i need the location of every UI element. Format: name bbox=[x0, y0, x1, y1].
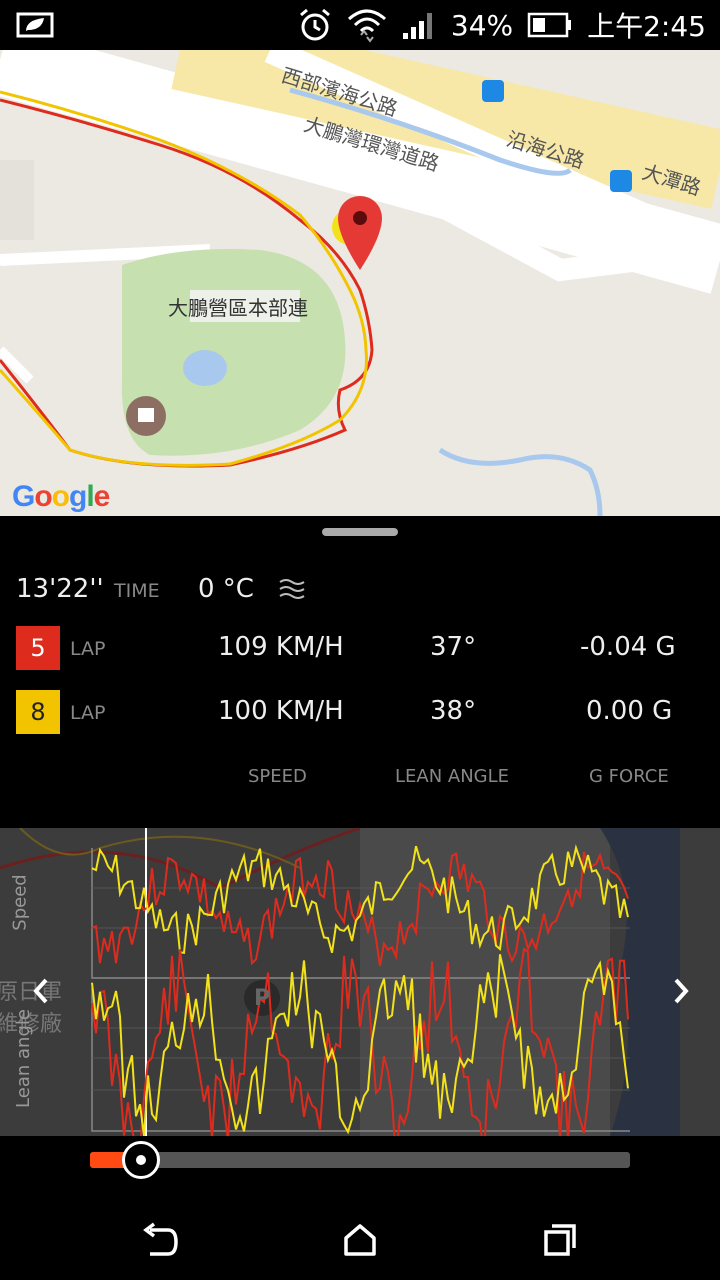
parking-label: P bbox=[254, 986, 271, 1011]
alarm-icon bbox=[299, 8, 330, 41]
stats-panel: 13'22'' TIME 0 °C 5 LAP 109 KM/H 37° -0.… bbox=[0, 516, 720, 828]
wifi-icon bbox=[347, 9, 386, 43]
time-label: TIME bbox=[114, 580, 160, 602]
lap-number: 8 bbox=[16, 690, 60, 734]
lap-label: LAP bbox=[70, 638, 106, 660]
lean-value: 38° bbox=[430, 696, 477, 726]
battery-icon bbox=[527, 12, 572, 38]
lap-time: 13'22'' bbox=[16, 574, 104, 604]
speed-column-label: SPEED bbox=[248, 766, 307, 787]
lean-value: 37° bbox=[430, 632, 477, 662]
scrubber-track[interactable] bbox=[90, 1152, 630, 1168]
home-icon bbox=[344, 1224, 376, 1256]
recents-button[interactable] bbox=[532, 1212, 588, 1268]
poi-label: 大鵬營區本部連 bbox=[168, 296, 308, 320]
drag-handle[interactable] bbox=[322, 528, 398, 536]
chevron-left-icon[interactable] bbox=[28, 976, 54, 1006]
back-button[interactable] bbox=[132, 1212, 188, 1268]
weather-icon bbox=[279, 579, 305, 599]
telemetry-chart[interactable]: P 原日軍 維修廠 Speed Lean angle bbox=[0, 828, 720, 1136]
lap-row[interactable]: 5 LAP 109 KM/H 37° -0.04 G bbox=[0, 626, 720, 670]
gforce-column-label: G FORCE bbox=[589, 766, 669, 787]
speed-value: 109 KM/H bbox=[218, 632, 344, 662]
lap-number: 5 bbox=[16, 626, 60, 670]
temperature: 0 °C bbox=[198, 574, 254, 604]
recents-icon bbox=[544, 1224, 576, 1256]
chevron-right-icon[interactable] bbox=[668, 976, 694, 1006]
lean-axis-label: Lean angle bbox=[12, 1009, 34, 1108]
gforce-value: 0.00 G bbox=[586, 696, 673, 726]
google-logo: Google bbox=[12, 480, 110, 513]
speed-value: 100 KM/H bbox=[218, 696, 344, 726]
signal-icon bbox=[402, 13, 432, 39]
speed-axis-label: Speed bbox=[9, 874, 31, 931]
battery-saver-icon bbox=[16, 12, 54, 38]
status-bar: 34% 上午2:45 bbox=[0, 0, 720, 50]
gforce-value: -0.04 G bbox=[580, 632, 676, 662]
battery-percent: 34% bbox=[450, 8, 514, 42]
timeline-scrubber[interactable] bbox=[0, 1136, 720, 1196]
navigation-bar bbox=[0, 1196, 720, 1280]
lean-column-label: LEAN ANGLE bbox=[395, 766, 510, 787]
map-canvas bbox=[0, 50, 720, 516]
scrubber-thumb[interactable] bbox=[121, 1141, 160, 1179]
map-view[interactable]: 西部濱海公路 大鵬灣環灣道路 沿海公路 大潭路 大鵬營區本部連 Google bbox=[0, 50, 720, 516]
lap-row[interactable]: 8 LAP 100 KM/H 38° 0.00 G bbox=[0, 690, 720, 734]
clock: 上午2:45 bbox=[587, 10, 706, 43]
back-icon bbox=[143, 1222, 178, 1256]
lap-label: LAP bbox=[70, 702, 106, 724]
chart-canvas bbox=[0, 828, 680, 1136]
home-button[interactable] bbox=[332, 1212, 388, 1268]
